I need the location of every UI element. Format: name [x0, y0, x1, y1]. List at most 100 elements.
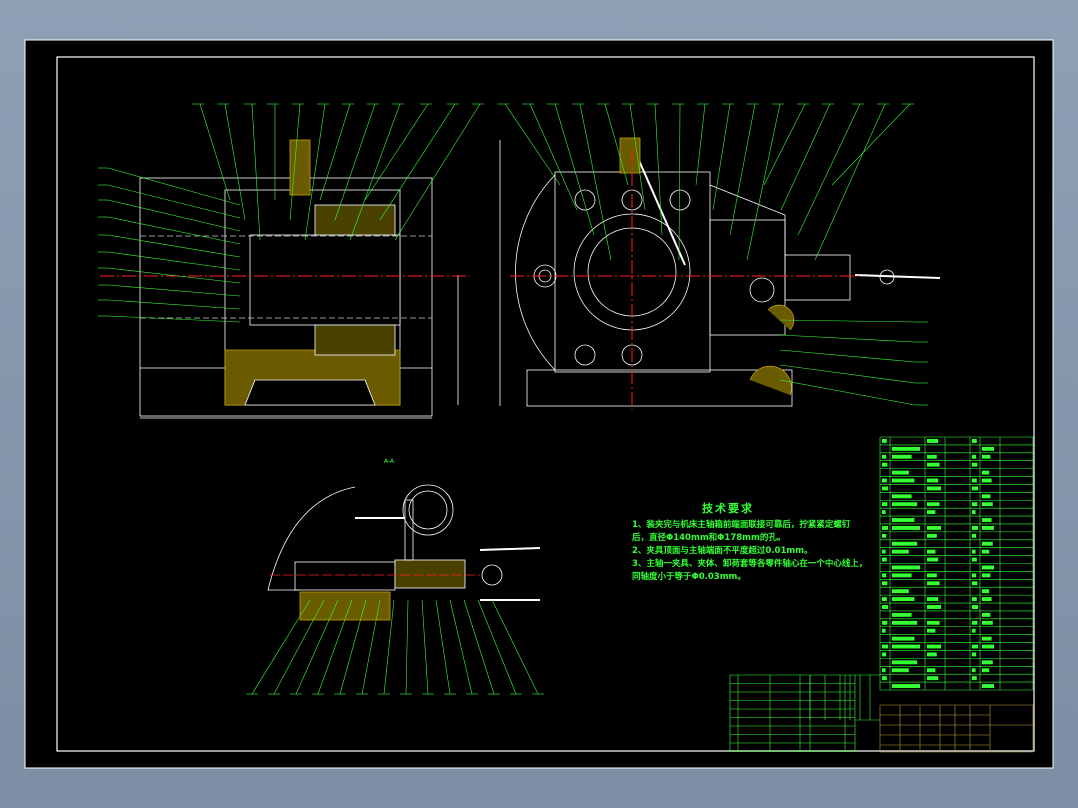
- parts-list-cell-text: [892, 518, 915, 522]
- parts-list-cell-text: [982, 597, 992, 602]
- parts-list-cell-text: [972, 605, 978, 609]
- leader-line: [780, 103, 831, 211]
- leader-line: [579, 103, 612, 261]
- parts-list-cell-text: [972, 525, 978, 530]
- parts-list-cell-text: [972, 486, 978, 491]
- leader-lines: [98, 103, 928, 695]
- parts-list-cell-text: [882, 454, 887, 459]
- parts-list-cell-text: [972, 533, 977, 538]
- parts-list-cell-text: [882, 581, 888, 586]
- parts-list-cell-text: [972, 557, 977, 562]
- outer-frame: [24, 39, 1054, 769]
- parts-list-cell-text: [892, 454, 912, 459]
- parts-list-cell-text: [982, 660, 993, 665]
- bottom-section-view: [267, 484, 541, 621]
- parts-list-cell-text: [982, 644, 994, 649]
- tech-req-line: 后，直径Φ140mm和Φ178mm的孔。: [632, 533, 786, 543]
- leader-line: [107, 167, 241, 206]
- leader-line: [107, 184, 241, 219]
- parts-list-cell-text: [927, 533, 937, 538]
- parts-list-cell-text: [882, 668, 886, 673]
- leader-line: [319, 103, 351, 201]
- leader-line: [107, 216, 241, 245]
- parts-list-cell-text: [927, 557, 939, 562]
- leader-line: [529, 103, 578, 211]
- leader-line: [504, 103, 561, 186]
- tech-requirements-title: 技术要求: [702, 502, 754, 515]
- parts-list-cell-text: [882, 652, 887, 657]
- leader-line: [224, 103, 246, 221]
- parts-list-cell-text: [972, 620, 978, 625]
- parts-list-cell-text: [927, 581, 940, 586]
- parts-list-cell-text: [892, 573, 912, 578]
- parts-list-cell-text: [972, 676, 977, 681]
- parts-list-cell-text: [892, 644, 920, 649]
- parts-list-cell-text: [892, 549, 909, 554]
- parts-list-cell-text: [892, 612, 912, 617]
- leader-line: [477, 599, 517, 695]
- parts-list-cell-text: [892, 597, 915, 602]
- parts-list-cell-text: [972, 439, 977, 443]
- parts-list-cell-text: [927, 628, 936, 633]
- parts-list-cell-text: [972, 597, 977, 602]
- parts-list-cell-text: [882, 628, 886, 633]
- parts-list-cell-text: [982, 541, 993, 546]
- leader-line: [831, 103, 911, 186]
- parts-list-cell-text: [982, 478, 992, 483]
- leader-line: [251, 103, 261, 241]
- leader-line: [678, 103, 681, 261]
- parts-list-cell-text: [882, 676, 887, 681]
- leader-line: [364, 103, 429, 201]
- parts-list-cell-text: [972, 581, 978, 586]
- parts-list-cell-text: [882, 486, 888, 491]
- parts-list-cell-text: [972, 652, 977, 657]
- leader-line: [394, 103, 481, 241]
- parts-list-cell-text: [882, 605, 888, 609]
- parts-list-cell-text: [982, 620, 993, 625]
- leader-line: [712, 103, 731, 211]
- parts-list-cell-text: [927, 439, 939, 443]
- parts-list-cell-text: [927, 510, 936, 515]
- parts-list-cell-text: [982, 636, 992, 641]
- front-view: [499, 137, 941, 407]
- parts-list-cell-text: [892, 589, 909, 594]
- parts-list-cell-text: [882, 510, 886, 515]
- parts-list-cell-text: [892, 470, 909, 475]
- parts-list-cell-text: [892, 502, 918, 507]
- parts-list-cell-text: [927, 644, 941, 649]
- leader-line: [107, 299, 241, 310]
- parts-list-cell-text: [982, 549, 990, 554]
- leader-line: [746, 103, 781, 261]
- parts-list-cell-text: [882, 439, 887, 443]
- parts-list-cell-text: [972, 454, 977, 459]
- leader-line: [435, 599, 451, 695]
- leader-line: [654, 103, 663, 236]
- parts-list-cell-text: [982, 446, 994, 451]
- parts-list-cell-text: [882, 620, 888, 625]
- parts-list-cell-text: [882, 573, 887, 578]
- parts-list-cell-text: [972, 478, 977, 483]
- leader-line: [405, 599, 409, 695]
- parts-list-cell-text: [927, 486, 941, 491]
- leader-line: [107, 234, 241, 258]
- parts-list-cell-text: [927, 668, 936, 673]
- leader-line: [779, 364, 916, 384]
- parts-list-cell-text: [982, 454, 991, 459]
- parts-list-cell-text: [927, 454, 937, 459]
- parts-list-cell-text: [927, 597, 939, 602]
- parts-list-cell-text: [927, 525, 941, 530]
- parts-list-cell-text: [982, 565, 994, 570]
- parts-list-cell-text: [972, 510, 976, 515]
- parts-list-cell-text: [892, 478, 915, 483]
- parts-list-cell-text: [982, 684, 994, 688]
- parts-list-cell-text: [882, 462, 888, 467]
- left-section-view: [139, 139, 459, 419]
- leader-line: [199, 103, 231, 201]
- cad-drawing: [24, 39, 1054, 769]
- leader-line: [421, 599, 429, 695]
- parts-list-cell-text: [927, 462, 940, 467]
- parts-list-cell-text: [892, 541, 918, 546]
- parts-list-cell-text: [892, 636, 915, 641]
- parts-list-cell-text: [882, 557, 887, 562]
- leader-line: [107, 251, 241, 271]
